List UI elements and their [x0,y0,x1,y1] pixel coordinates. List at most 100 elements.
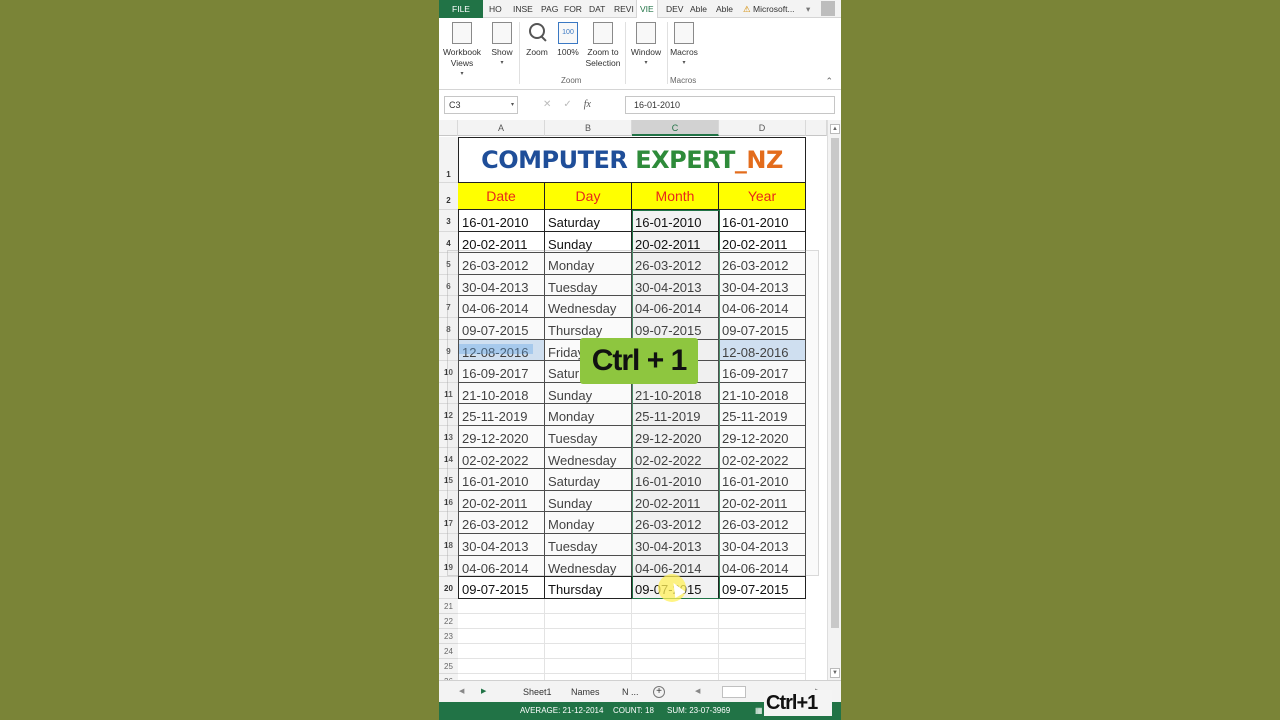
macros-button[interactable]: Macros ▾ [669,22,699,69]
next-sheet-icon[interactable]: ▶ [477,684,490,700]
window-button[interactable]: Window ▾ [628,22,664,69]
zoom-to-selection-button[interactable]: Zoom to Selection [584,22,622,69]
collapse-ribbon-icon[interactable]: ⌃ [825,76,833,87]
tab-insert[interactable]: INSE [513,0,533,18]
empty-cell[interactable] [458,598,545,614]
empty-cell[interactable] [719,643,806,659]
column-header-e[interactable] [806,120,827,136]
cell-year[interactable]: 16-01-2010 [719,210,806,232]
empty-cell[interactable] [545,658,632,674]
tab-able-1[interactable]: Able [690,0,707,18]
window-label: Window [630,47,662,57]
prev-sheet-icon[interactable]: ◀ [455,684,468,700]
zoom-button[interactable]: Zoom [523,22,551,58]
row-header[interactable]: 24 [439,643,458,659]
hscroll-left-icon[interactable]: ◀ [691,684,704,700]
cell-date[interactable]: 16-01-2010 [458,210,545,232]
scroll-up-icon[interactable]: ▲ [830,124,840,134]
tab-view[interactable]: VIE [636,0,658,18]
column-header-a[interactable]: A [458,120,545,136]
format-cells-dialog-ghost [447,250,819,576]
tab-able-2[interactable]: Able [716,0,733,18]
cell-month[interactable]: 16-01-2010 [632,210,719,232]
header-year[interactable]: Year [719,183,806,210]
cancel-icon[interactable]: ✕ [543,99,551,110]
zoom-label: Zoom [526,47,548,57]
macros-group-label: Macros [670,76,697,85]
scroll-thumb[interactable] [831,138,839,628]
zoom-to-selection-label: Zoom to Selection [585,47,621,68]
worksheet-grid[interactable]: A B C D 1 2 COMPUTER EXPERT_NZ Date Day … [439,120,827,680]
tab-developer[interactable]: DEV [666,0,683,18]
empty-cell[interactable] [632,613,719,629]
row-header[interactable]: 20 [439,577,458,599]
tab-file[interactable]: FILE [439,0,483,18]
formula-bar: C3 ▾ ✕ ✓ fx 16-01-2010 [439,90,841,120]
chevron-down-icon[interactable]: ▾ [511,97,514,113]
cell-date[interactable]: 09-07-2015 [458,577,545,599]
formula-input[interactable]: 16-01-2010 [625,96,835,114]
name-box[interactable]: C3 ▾ [444,96,518,114]
header-date[interactable]: Date [458,183,545,210]
dialog-ghost-selection [459,344,533,354]
normal-view-icon[interactable]: ▦ [755,702,763,720]
column-header-d[interactable]: D [719,120,806,136]
show-button[interactable]: Show ▾ [489,22,515,69]
ribbon-separator [625,22,626,84]
sheet-tab-sheet1[interactable]: Sheet1 [519,684,556,700]
sheet-tab-more[interactable]: N ... [618,684,643,700]
empty-cell[interactable] [719,658,806,674]
header-month[interactable]: Month [632,183,719,210]
empty-cell[interactable] [545,613,632,629]
sheet-tab-names[interactable]: Names [567,684,604,700]
tab-data[interactable]: DAT [589,0,605,18]
row-header[interactable]: 2 [439,183,458,210]
ribbon-separator [667,22,668,84]
shortcut-corner-label: Ctrl+1 [764,690,832,716]
tab-formulas[interactable]: FOR [564,0,582,18]
empty-cell[interactable] [632,658,719,674]
tab-microsoft[interactable]: ⚠ Microsoft... [743,0,795,18]
select-all-corner[interactable] [439,120,458,136]
column-header-b[interactable]: B [545,120,632,136]
empty-cell[interactable] [545,628,632,644]
row-header[interactable]: 21 [439,598,458,614]
vertical-scrollbar[interactable]: ▲ ▼ [827,120,841,680]
scroll-down-icon[interactable]: ▼ [830,668,840,678]
ribbon: Workbook Views ▾ Show ▾ Zoom 100 100% Zo… [439,18,841,90]
empty-cell[interactable] [458,643,545,659]
row-header[interactable]: 25 [439,658,458,674]
account-dropdown-icon[interactable]: ▾ [806,0,810,18]
tab-review[interactable]: REVI [614,0,634,18]
cell-year[interactable]: 09-07-2015 [719,577,806,599]
empty-cell[interactable] [719,613,806,629]
row-header[interactable]: 23 [439,628,458,644]
enter-icon[interactable]: ✓ [563,99,571,110]
header-day[interactable]: Day [545,183,632,210]
tab-microsoft-label: Microsoft... [752,4,795,14]
empty-cell[interactable] [458,658,545,674]
tab-page-layout[interactable]: PAG [541,0,558,18]
add-sheet-icon[interactable]: + [653,686,665,698]
empty-cell[interactable] [719,628,806,644]
insert-function-icon[interactable]: fx [584,99,591,110]
empty-cell[interactable] [458,628,545,644]
zoom-100-button[interactable]: 100 100% [555,22,581,58]
row-header[interactable]: 1 [439,137,458,183]
empty-cell[interactable] [632,643,719,659]
row-header[interactable]: 22 [439,613,458,629]
empty-cell[interactable] [545,643,632,659]
empty-cell[interactable] [458,613,545,629]
workbook-views-button[interactable]: Workbook Views ▾ [442,22,482,80]
empty-cell[interactable] [632,628,719,644]
tab-home[interactable]: HO [489,0,502,18]
column-header-c[interactable]: C [632,120,719,136]
show-icon [492,22,512,44]
row-header[interactable]: 3 [439,210,458,232]
horizontal-scroll-thumb[interactable] [722,686,746,698]
avatar[interactable] [821,1,835,16]
empty-cell[interactable] [545,598,632,614]
cell-day[interactable]: Saturday [545,210,632,232]
cell-day[interactable]: Thursday [545,577,632,599]
empty-cell[interactable] [719,598,806,614]
